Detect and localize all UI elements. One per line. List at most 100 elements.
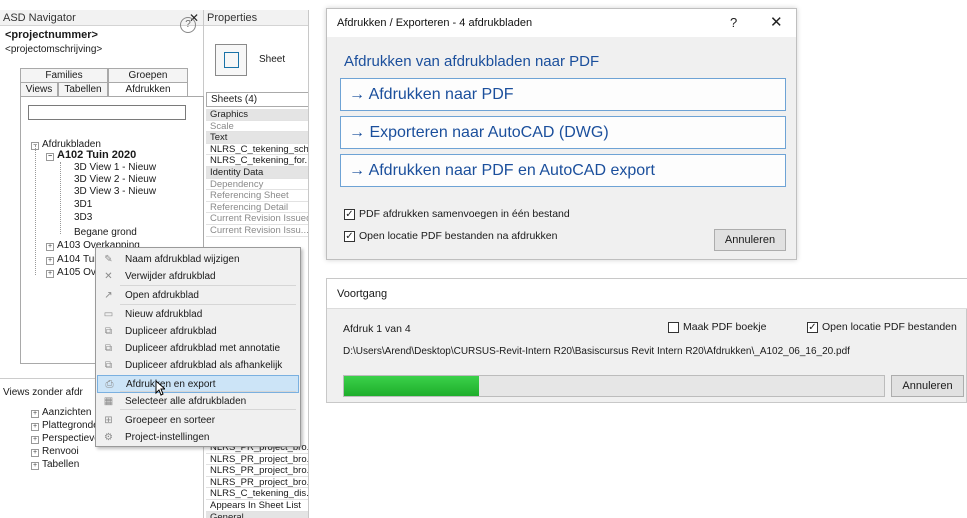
progress-file-path: D:\Users\Arend\Desktop\CURSUS-Revit-Inte… <box>343 346 850 357</box>
property-row[interactable]: NLRS_PR_project_bro... <box>206 454 308 466</box>
expand-icon[interactable]: + <box>31 462 39 470</box>
open-location-checkbox[interactable]: ✓ <box>344 231 355 242</box>
menu-item-duplicate-annotation[interactable]: ⧉ Dupliceer afdrukblad met annotatie <box>97 340 299 357</box>
tree-sheet-a105[interactable]: + A105 Ove <box>46 267 101 278</box>
tree-renvooi[interactable]: + Renvooi <box>31 446 79 457</box>
tree-view-item[interactable]: 3D3 <box>74 212 92 223</box>
dialog-heading: Afdrukken van afdrukbladen naar PDF <box>344 53 600 70</box>
menu-item-duplicate-dependent[interactable]: ⧉ Dupliceer afdrukblad als afhankelijk <box>97 357 299 374</box>
menu-item-label: Open afdrukblad <box>125 290 199 301</box>
progress-open-location-checkbox[interactable]: ✓ <box>807 322 818 333</box>
merge-pdf-checkbox[interactable]: ✓ <box>344 209 355 220</box>
navigator-search-input[interactable] <box>28 105 186 120</box>
menu-item-delete[interactable]: ✕ Verwijder afdrukblad <box>97 268 299 285</box>
pdf-booklet-checkbox[interactable] <box>668 322 679 333</box>
menu-item-group-sort[interactable]: ⊞ Groepeer en sorteer <box>97 412 299 429</box>
progress-cancel-button[interactable]: Annuleren <box>891 375 964 397</box>
tab-tabellen[interactable]: Tabellen <box>58 82 108 96</box>
progress-window: Voortgang Afdruk 1 van 4 Maak PDF boekje… <box>326 278 967 403</box>
help-icon[interactable]: ? <box>180 17 196 33</box>
select-all-icon: ▦ <box>103 396 114 407</box>
progress-open-location-label: Open locatie PDF bestanden <box>822 321 957 333</box>
tree-aanzichten[interactable]: + Aanzichten <box>31 407 91 418</box>
dialog-cancel-button[interactable]: Annuleren <box>714 229 786 251</box>
menu-item-new-sheet[interactable]: ▭ Nieuw afdrukblad <box>97 306 299 323</box>
property-row[interactable]: Referencing Detail <box>206 202 308 214</box>
property-row[interactable]: NLRS_C_tekening_dis... <box>206 488 308 500</box>
tree-view-item[interactable]: 3D View 3 - Nieuw <box>74 186 156 197</box>
dialog-titlebar: Afdrukken / Exporteren - 4 afdrukbladen … <box>327 9 796 37</box>
expand-icon[interactable]: + <box>31 436 39 444</box>
menu-separator <box>120 285 296 286</box>
expand-icon[interactable]: + <box>31 423 39 431</box>
menu-item-duplicate[interactable]: ⧉ Dupliceer afdrukblad <box>97 323 299 340</box>
menu-item-label: Selecteer alle afdrukbladen <box>125 396 247 407</box>
dialog-close-icon[interactable]: ✕ <box>770 13 783 31</box>
sheet-type-label: Sheet <box>259 54 286 65</box>
settings-icon: ⚙ <box>104 432 113 443</box>
expand-icon[interactable]: + <box>46 257 54 265</box>
progress-title: Voortgang <box>337 288 388 300</box>
mouse-cursor-icon <box>155 380 165 396</box>
print-pdf-and-dwg-button[interactable]: → Afdrukken naar PDF en AutoCAD export <box>340 154 786 187</box>
tree-sheet-a104[interactable]: + A104 Tuin <box>46 254 102 265</box>
menu-item-rename[interactable]: ✎ Naam afdrukblad wijzigen <box>97 251 299 268</box>
tree-line <box>35 145 36 275</box>
tree-tabellen[interactable]: + Tabellen <box>31 459 79 470</box>
pdf-booklet-label: Maak PDF boekje <box>683 321 767 333</box>
property-row[interactable]: Appears In Sheet List <box>206 500 308 512</box>
tree-plattegronden[interactable]: + Plattegronde <box>31 420 99 431</box>
context-menu: ✎ Naam afdrukblad wijzigen ✕ Verwijder afdr… <box>95 247 301 447</box>
collapse-icon[interactable]: − <box>31 142 39 150</box>
tab-groepen[interactable]: Groepen <box>108 68 188 82</box>
tree-view-item[interactable]: 3D View 2 - Nieuw <box>74 174 156 185</box>
expand-icon[interactable]: + <box>46 270 54 278</box>
project-description: <projectomschrijving> <box>5 44 103 55</box>
sheet-type-icon <box>215 44 247 76</box>
sheets-selector[interactable]: Sheets (4) <box>206 92 308 107</box>
views-zonder-heading: Views zonder afdr <box>3 387 83 398</box>
property-row[interactable]: NLRS_PR_project_bro... <box>206 465 308 477</box>
menu-separator <box>120 304 296 305</box>
new-sheet-icon: ▭ <box>103 309 114 320</box>
property-row[interactable]: Referencing Sheet <box>206 190 308 202</box>
menu-item-select-all[interactable]: ▦ Selecteer alle afdrukbladen <box>97 393 299 410</box>
tree-view-item[interactable]: 3D View 1 - Nieuw <box>74 162 156 173</box>
property-row[interactable]: Current Revision Issued <box>206 213 308 225</box>
property-row[interactable]: Dependency <box>206 179 308 191</box>
property-category: Graphics <box>206 109 308 121</box>
menu-item-label: Project-instellingen <box>125 432 210 443</box>
property-row[interactable]: NLRS_C_tekening_for... <box>206 155 308 167</box>
menu-item-label: Naam afdrukblad wijzigen <box>125 254 240 265</box>
collapse-icon[interactable]: − <box>46 153 54 161</box>
property-row[interactable]: NLRS_C_tekening_sch... <box>206 144 308 156</box>
progress-count: Afdruk 1 van 4 <box>343 323 411 335</box>
export-dwg-button[interactable]: → Exporteren naar AutoCAD (DWG) <box>340 116 786 149</box>
tab-afdrukken[interactable]: Afdrukken <box>108 82 188 97</box>
tab-views[interactable]: Views <box>20 82 58 96</box>
tree-sheet-a102[interactable]: − A102 Tuin 2020 <box>46 150 136 161</box>
open-icon: ↗ <box>104 290 113 301</box>
property-row[interactable]: NLRS_PR_project_bro... <box>206 477 308 489</box>
tree-view-item[interactable]: Begane grond <box>74 227 137 238</box>
menu-item-label: Nieuw afdrukblad <box>125 309 203 320</box>
properties-titlebar: Properties <box>204 10 308 26</box>
dialog-help-icon[interactable]: ? <box>730 15 737 30</box>
merge-pdf-label: PDF afdrukken samenvoegen in één bestand <box>359 208 570 220</box>
menu-item-label: Dupliceer afdrukblad <box>125 326 217 337</box>
expand-icon[interactable]: + <box>31 449 39 457</box>
print-to-pdf-button[interactable]: → Afdrukken naar PDF <box>340 78 786 111</box>
navigator-tabrow-top: Families Groepen <box>20 68 188 82</box>
menu-item-open[interactable]: ↗ Open afdrukblad <box>97 287 299 304</box>
property-category: Text <box>206 132 308 144</box>
property-row[interactable]: Current Revision Issu... <box>206 225 308 237</box>
tree-view-item[interactable]: 3D1 <box>74 199 92 210</box>
property-row[interactable]: Scale <box>206 121 308 133</box>
print-export-icon: ⎙ <box>105 379 114 390</box>
menu-item-settings[interactable]: ⚙ Project-instellingen <box>97 429 299 446</box>
expand-icon[interactable]: + <box>31 410 39 418</box>
tab-families[interactable]: Families <box>20 68 108 82</box>
expand-icon[interactable]: + <box>46 243 54 251</box>
menu-separator <box>120 409 296 410</box>
properties-title: Properties <box>207 12 258 24</box>
